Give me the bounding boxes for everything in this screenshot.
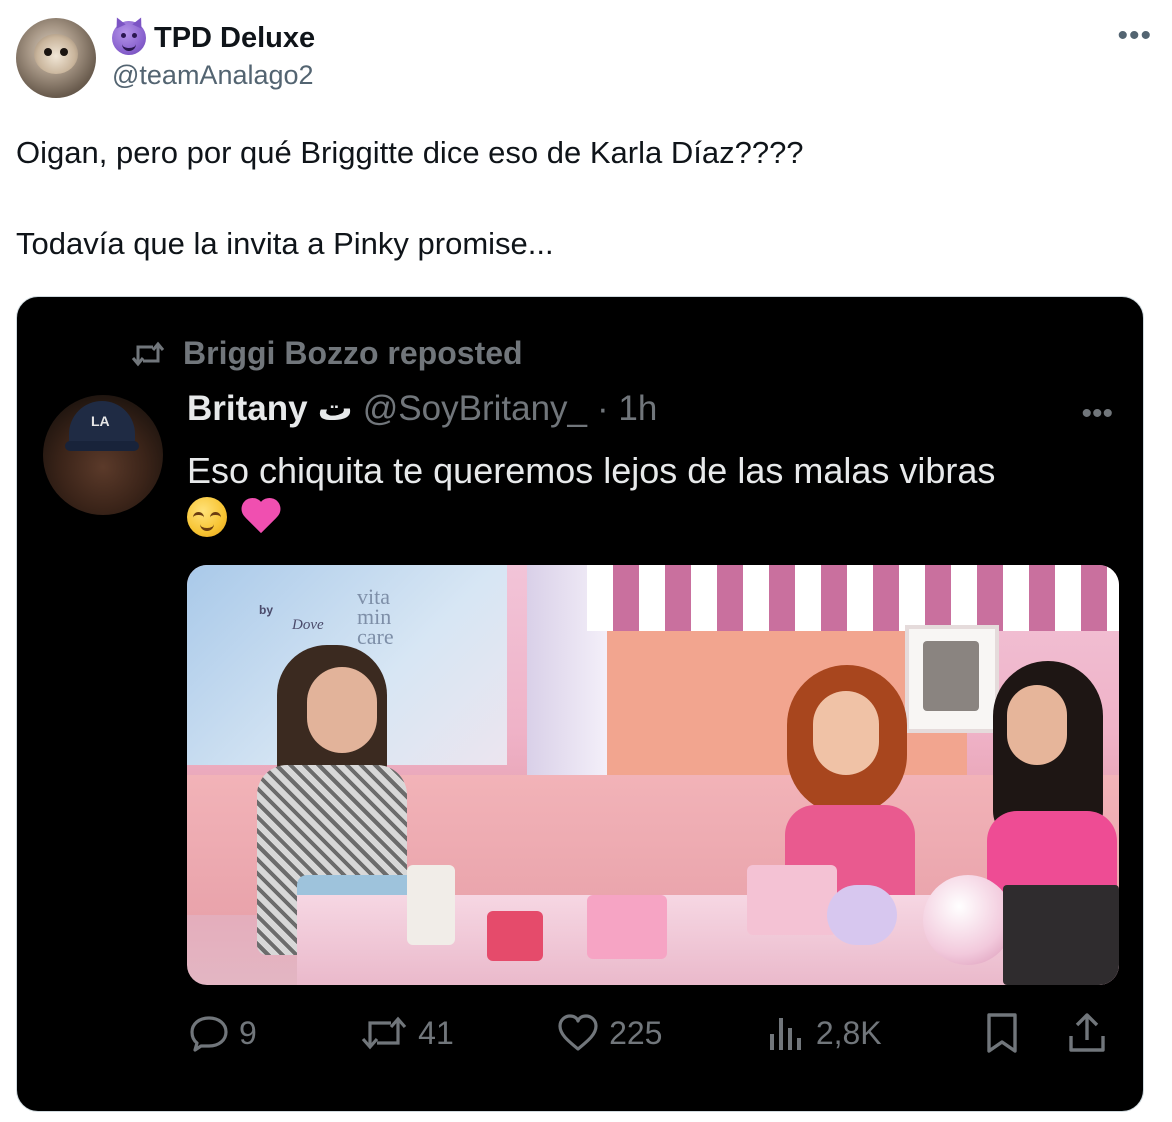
photo-person-right: [977, 661, 1117, 901]
photo-striped-awning: [587, 565, 1119, 631]
smiling-imp-emoji-icon: [112, 21, 146, 55]
quoted-name-suffix: ت: [317, 389, 353, 428]
repost-label: Briggi Bozzo reposted: [183, 335, 523, 371]
quoted-secondary-actions: [985, 1012, 1107, 1054]
avatar-eye: [44, 48, 52, 56]
quoted-action-bar: 9 41 225 2,8K: [189, 1007, 1107, 1059]
cap-brim: [65, 441, 139, 451]
quoted-author-row[interactable]: Britany ت @SoyBritany_ · 1h: [187, 389, 657, 429]
repost-button[interactable]: 41: [360, 1014, 454, 1052]
views-button[interactable]: 2,8K: [766, 1014, 882, 1052]
tweet-paragraph: Oigan, pero por qué Briggitte dice eso d…: [16, 135, 804, 170]
bookmark-button[interactable]: [985, 1012, 1019, 1054]
quoted-text: Eso chiquita te queremos lejos de las ma…: [187, 450, 996, 491]
quoted-more-options-icon[interactable]: •••: [1081, 397, 1113, 431]
relieved-face-emoji-icon: [187, 497, 227, 537]
quoted-text-block: Eso chiquita te queremos lejos de las ma…: [187, 447, 1127, 539]
photo-by-text: by: [259, 603, 274, 617]
bookmark-icon: [987, 1013, 1017, 1053]
tweet-body: Oigan, pero por qué Briggitte dice eso d…: [16, 130, 1156, 267]
avatar-face: [34, 34, 78, 74]
like-count: 225: [609, 1014, 663, 1051]
author-name-row[interactable]: TPD Deluxe: [112, 20, 315, 56]
quoted-screenshot-card[interactable]: Briggi Bozzo reposted LA Britany ت @SoyB…: [16, 296, 1144, 1112]
reply-count: 9: [239, 1014, 257, 1051]
repost-indicator: Briggi Bozzo reposted: [131, 335, 523, 372]
author-handle[interactable]: @teamAnalago2: [112, 60, 314, 91]
photo-logo-text: vita min care: [357, 584, 394, 649]
photo-gift-box: [747, 865, 837, 935]
photo-gift-box: [487, 911, 543, 961]
photo-brand-text: Dove: [292, 617, 324, 633]
quoted-photo[interactable]: by Dove vita min care: [187, 565, 1119, 985]
avatar-eye: [60, 48, 68, 56]
pink-heart-emoji-icon: [239, 497, 283, 539]
author-display-name[interactable]: TPD Deluxe: [154, 22, 315, 55]
quoted-author-avatar[interactable]: LA: [43, 395, 163, 515]
repost-count: 41: [418, 1014, 454, 1051]
reply-button[interactable]: 9: [189, 1014, 257, 1052]
like-button[interactable]: 225: [557, 1014, 662, 1052]
quoted-time[interactable]: · 1h: [597, 389, 657, 429]
more-options-icon[interactable]: •••: [1117, 21, 1152, 51]
photo-gift-box: [407, 865, 455, 945]
cap-logo: LA: [91, 413, 110, 429]
tweet-paragraph: Todavía que la invita a Pinky promise...: [16, 226, 554, 261]
share-button[interactable]: [1067, 1012, 1107, 1054]
photo-monitor: [1003, 885, 1119, 985]
quoted-display-name[interactable]: Britany: [187, 389, 308, 429]
author-avatar[interactable]: [16, 18, 96, 98]
reply-icon: [190, 1016, 228, 1052]
quoted-emoji-row: [187, 497, 1127, 539]
share-icon: [1069, 1013, 1105, 1052]
quoted-handle[interactable]: @SoyBritany_: [363, 389, 587, 429]
photo-globe: [923, 875, 1013, 965]
photo-plush: [827, 885, 897, 945]
views-count: 2,8K: [815, 1014, 882, 1051]
views-chart-icon: [769, 1018, 801, 1050]
repost-icon: [361, 1016, 407, 1050]
photo-gift-box: [587, 895, 667, 959]
repost-icon: [131, 341, 165, 366]
heart-icon: [558, 1014, 598, 1051]
